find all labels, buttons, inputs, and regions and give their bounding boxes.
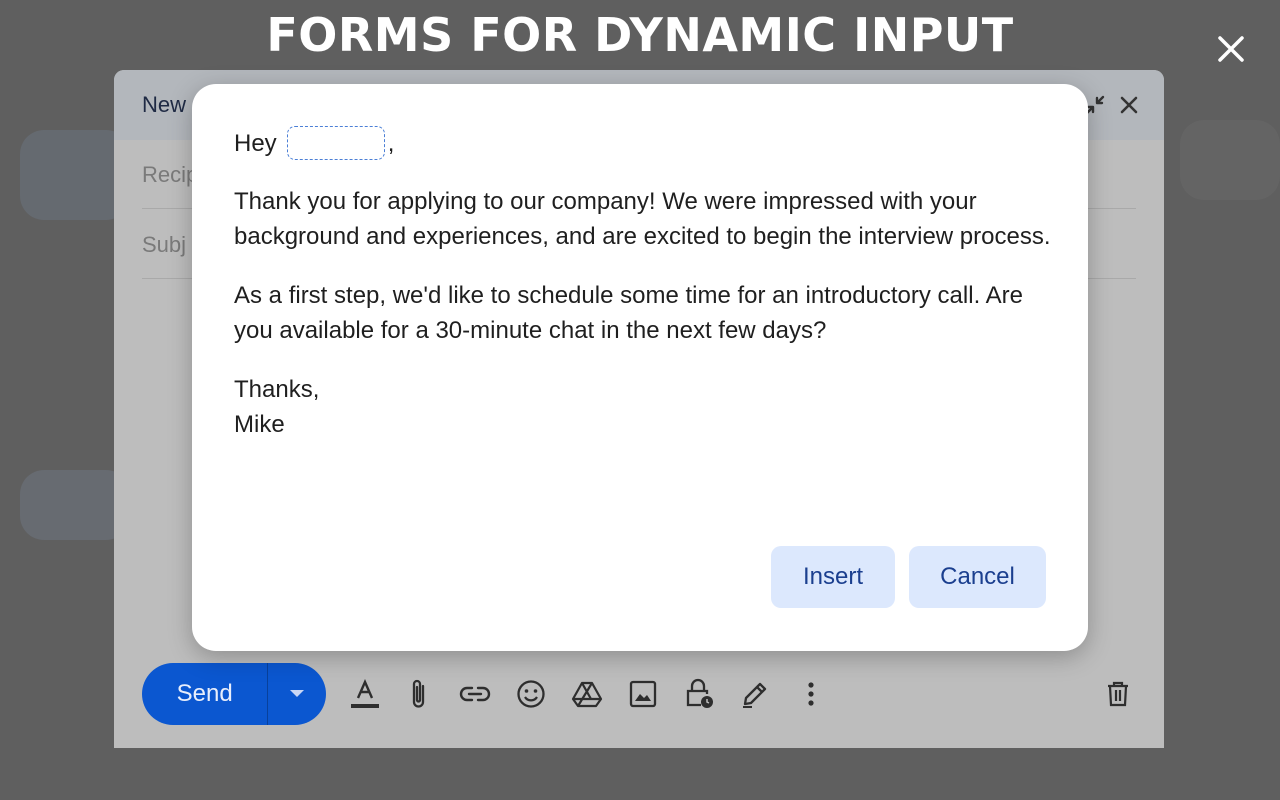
insert-photo-button[interactable] [626,677,660,711]
send-button[interactable]: Send [142,663,269,725]
formatting-options-button[interactable] [348,677,382,711]
template-preview: Hey , Thank you for applying to our comp… [234,124,1054,442]
dynamic-input-dialog: Hey , Thank you for applying to our comp… [192,84,1088,651]
compose-close-button[interactable] [1116,92,1142,118]
compose-title: New [142,92,187,117]
image-icon [629,680,657,708]
close-icon [1218,36,1244,62]
drive-icon [571,681,603,708]
more-options-button[interactable] [794,677,828,711]
attach-files-button[interactable] [402,677,436,711]
feature-headline: FORMS FOR DYNAMIC INPUT [266,8,1014,62]
greeting-suffix: , [387,129,395,157]
recipient-name-input[interactable] [286,126,385,160]
overlay-close-button[interactable] [1212,30,1250,68]
discard-draft-button[interactable] [1101,677,1135,711]
greeting-prefix: Hey [234,129,277,157]
body-paragraph: As a first step, we'd like to schedule s… [234,282,1023,344]
greeting-line: Hey , [234,124,1054,162]
more-options-icon [808,682,814,706]
signature-name: Mike [234,411,285,438]
insert-drive-file-button[interactable] [570,677,604,711]
subject-label: Subj [142,232,187,257]
signoff: Thanks, [234,376,320,403]
insert-button[interactable]: Insert [771,546,895,608]
confidential-mode-icon [686,678,713,708]
link-icon [459,686,491,702]
send-button-group: Send [142,663,326,725]
attach-icon [412,679,425,708]
body-paragraph: Thank you for applying to our company! W… [234,188,1051,250]
signature-icon [743,682,767,708]
confidential-mode-button[interactable] [682,677,716,711]
send-options-button[interactable] [268,663,326,725]
delete-icon [1108,681,1128,707]
cancel-button[interactable]: Cancel [909,546,1046,608]
insert-emoji-button[interactable] [514,677,548,711]
emoji-icon [517,680,545,708]
compose-toolbar: Send [114,663,1164,727]
recipients-label: Recip [142,162,199,187]
close-icon [1120,96,1138,114]
caret-down-icon [290,690,305,697]
insert-link-button[interactable] [458,677,492,711]
format-text-icon [351,679,379,708]
insert-signature-button[interactable] [738,677,772,711]
background-blur [1180,120,1280,200]
